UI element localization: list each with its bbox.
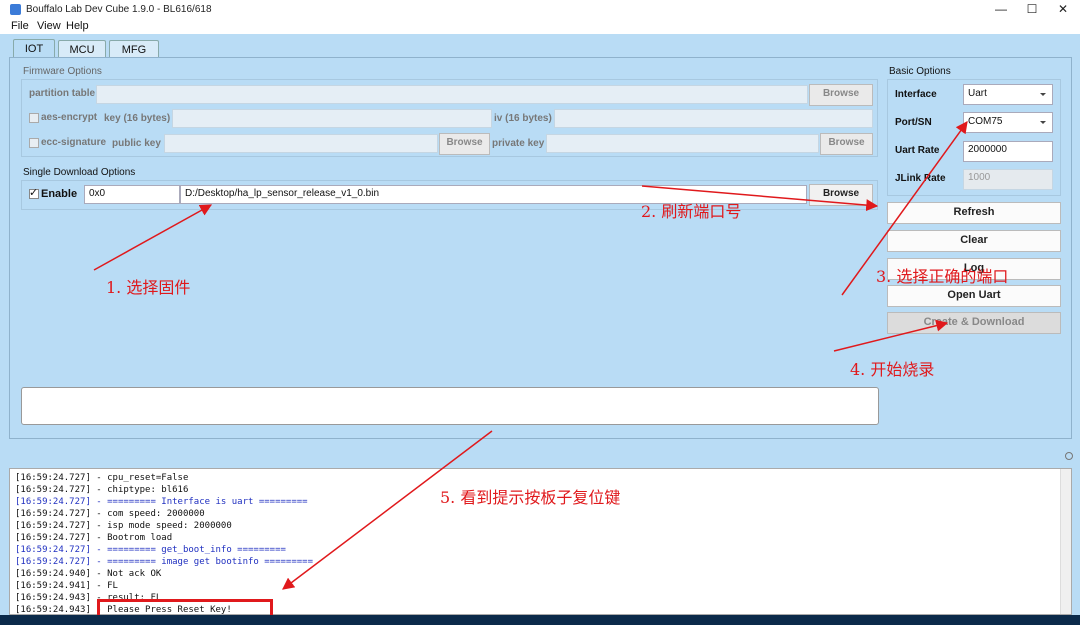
log-line: [16:59:24.941] - FL [15, 581, 118, 591]
log-scrollbar[interactable] [1060, 469, 1071, 614]
app-icon [10, 4, 21, 15]
log-line: [16:59:24.727] - Bootrom load [15, 533, 173, 543]
uart-rate-label: Uart Rate [895, 145, 940, 156]
key-field[interactable] [172, 109, 492, 128]
address-field[interactable]: 0x0 [84, 185, 180, 204]
maximize-button[interactable]: ☐ [1015, 1, 1049, 18]
iv-label: iv (16 bytes) [494, 113, 552, 124]
uart-rate-value: 2000000 [968, 144, 1007, 155]
firmware-options-title: Firmware Options [23, 66, 102, 77]
title-bar: Bouffalo Lab Dev Cube 1.9.0 - BL616/618 … [0, 0, 1080, 19]
aes-encrypt-label: aes-encrypt [41, 112, 98, 123]
port-label: Port/SN [895, 117, 932, 128]
ecc-signature-checkbox[interactable] [29, 138, 39, 148]
iv-field[interactable] [554, 109, 873, 128]
key-label: key (16 bytes) [104, 113, 171, 124]
partition-table-field[interactable] [96, 85, 808, 104]
menu-bar: File View Help [0, 19, 1080, 34]
window-title: Bouffalo Lab Dev Cube 1.9.0 - BL616/618 [26, 4, 212, 15]
interface-select[interactable]: Uart [963, 84, 1053, 105]
port-select[interactable]: COM75 [963, 112, 1053, 133]
port-value: COM75 [968, 116, 1003, 127]
check-icon: ✓ [29, 187, 39, 199]
jlink-rate-value: 1000 [968, 172, 991, 183]
aes-encrypt-checkbox[interactable] [29, 113, 39, 123]
minimize-button[interactable]: — [984, 1, 1018, 18]
clear-button[interactable]: Clear [887, 230, 1061, 252]
refresh-button[interactable]: Refresh [887, 202, 1061, 224]
jlink-rate-field[interactable]: 1000 [963, 169, 1053, 190]
chevron-down-icon [1040, 121, 1046, 124]
address-value: 0x0 [89, 188, 106, 199]
basic-options-title: Basic Options [889, 66, 951, 77]
tab-iot[interactable]: IOT [13, 39, 55, 59]
interface-value: Uart [968, 88, 987, 99]
jlink-rate-label: JLink Rate [895, 173, 946, 184]
public-key-field[interactable] [164, 134, 438, 153]
open-uart-button[interactable]: Open Uart [887, 285, 1061, 307]
firmware-browse-button[interactable]: Browse [809, 184, 873, 206]
menu-view[interactable]: View [37, 20, 61, 32]
annotation-step3: 3. 选择正确的端口 [876, 267, 1009, 286]
annotation-step4: 4. 开始烧录 [850, 360, 935, 379]
annotation-step2: 2. 刷新端口号 [641, 202, 742, 221]
log-line: [16:59:24.727] - ========= get_boot_info… [15, 545, 286, 555]
log-line: [16:59:24.727] - isp mode speed: 2000000 [15, 521, 232, 531]
progress-box [21, 387, 879, 425]
log-line: [16:59:24.727] - cpu_reset=False [15, 473, 189, 483]
partition-table-label: partition table [29, 88, 96, 99]
resize-icon[interactable] [1065, 452, 1073, 460]
public-key-browse-button[interactable]: Browse [439, 133, 490, 155]
close-button[interactable]: ✕ [1046, 1, 1080, 18]
private-key-label: private key [492, 138, 545, 149]
log-line: [16:59:24.727] - ========= image get boo… [15, 557, 314, 567]
chevron-down-icon [1040, 93, 1046, 96]
partition-browse-button[interactable]: Browse [809, 84, 873, 106]
firmware-path-value: D:/Desktop/ha_lp_sensor_release_v1_0.bin [185, 188, 380, 199]
menu-help[interactable]: Help [66, 20, 89, 32]
log-line: [16:59:24.727] - com speed: 2000000 [15, 509, 205, 519]
menu-file[interactable]: File [11, 20, 29, 32]
private-key-browse-button[interactable]: Browse [820, 133, 873, 155]
log-line: [16:59:24.940] - Not ack OK [15, 569, 162, 579]
ecc-signature-label: ecc-signature [41, 137, 107, 148]
enable-label: Enable [41, 188, 78, 200]
log-line: [16:59:24.727] - ========= Interface is … [15, 497, 308, 507]
create-download-button[interactable]: Create & Download [887, 312, 1061, 334]
annotation-step1: 1. 选择固件 [106, 278, 191, 297]
annotation-step5: 5. 看到提示按板子复位键 [440, 488, 621, 507]
private-key-field[interactable] [546, 134, 819, 153]
log-line: [16:59:24.727] - chiptype: bl616 [15, 485, 189, 495]
interface-label: Interface [895, 89, 937, 100]
uart-rate-field[interactable]: 2000000 [963, 141, 1053, 162]
public-key-label: public key [112, 138, 161, 149]
single-download-title: Single Download Options [23, 167, 136, 178]
taskbar [0, 615, 1080, 625]
